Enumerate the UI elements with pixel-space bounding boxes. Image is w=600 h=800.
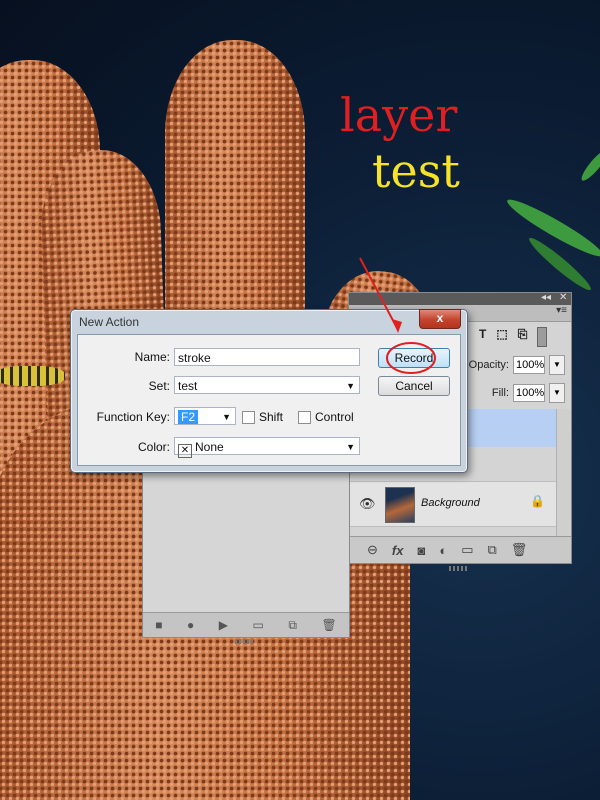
chevron-down-icon: ▼ — [222, 412, 231, 422]
function-key-select[interactable]: F2 ▼ — [174, 407, 236, 425]
control-checkbox[interactable]: Control — [298, 410, 354, 424]
dialog-body: Name: stroke Set: test ▼ Function Key: F… — [77, 334, 461, 466]
cancel-button[interactable]: Cancel — [378, 376, 450, 396]
checkbox-box[interactable] — [298, 410, 311, 424]
shape-icon[interactable]: ⬚ — [496, 327, 507, 347]
set-value: test — [178, 379, 198, 393]
close-button[interactable]: x — [419, 309, 461, 329]
fill-row: Fill: 100% ▼ — [492, 383, 565, 403]
function-key-label: Function Key: — [96, 410, 170, 424]
color-label: Color: — [137, 440, 170, 454]
record-icon[interactable]: ● — [187, 618, 194, 632]
eye-icon[interactable]: 👁 — [359, 496, 376, 512]
new-set-icon[interactable]: ▭ — [253, 618, 264, 632]
dialog-title: New Action — [79, 315, 140, 329]
function-key-value: F2 — [178, 410, 199, 424]
stop-icon[interactable]: ■ — [155, 618, 162, 632]
new-action-dialog: New Action x Name: stroke Set: test ▼ Fu… — [70, 309, 468, 473]
fish — [0, 366, 65, 386]
opacity-row: Opacity: 100% ▼ — [469, 355, 565, 375]
dialog-titlebar[interactable]: New Action x — [71, 309, 467, 334]
record-button[interactable]: Record — [378, 348, 450, 368]
panel-close-icon[interactable]: ✕ — [559, 292, 567, 303]
overlay-text-test: test — [372, 144, 460, 198]
opacity-input[interactable]: 100% — [513, 356, 545, 374]
fill-input[interactable]: 100% — [513, 384, 545, 402]
name-label: Name: — [134, 350, 170, 364]
layers-footer: ⊖ fx ◙ ◐ ▭ ⧉ 🗑 — [349, 536, 571, 563]
opacity-label: Opacity: — [468, 359, 509, 371]
resize-grip[interactable] — [449, 566, 469, 571]
layers-scrollbar[interactable] — [556, 409, 571, 537]
layer-name: Background — [421, 497, 480, 509]
close-icon: x — [436, 311, 444, 325]
overlay-text-layer: layer — [340, 88, 458, 142]
actions-panel: ■ ● ▶ ▭ ⧉ 🗑 — [142, 468, 350, 644]
play-icon[interactable]: ▶ — [219, 618, 228, 632]
type-icon[interactable]: T — [479, 327, 486, 347]
fill-label: Fill: — [491, 387, 509, 399]
trash-icon[interactable]: 🗑 — [511, 542, 528, 558]
color-value: None — [195, 440, 224, 454]
new-action-icon[interactable]: ⧉ — [288, 618, 297, 633]
chevron-down-icon[interactable]: ▼ — [549, 383, 565, 403]
control-label: Control — [315, 410, 354, 424]
panel-menu-icon[interactable]: ▾≡ — [556, 305, 567, 316]
filter-toggle[interactable] — [537, 327, 548, 347]
mask-icon[interactable]: ◙ — [417, 543, 425, 558]
name-input[interactable]: stroke — [174, 348, 360, 366]
trash-icon[interactable]: 🗑 — [321, 618, 336, 632]
layer-thumbnail — [385, 487, 415, 523]
layer-filter-row: T ⬚ ⎘ — [479, 327, 548, 347]
seaweed — [578, 146, 600, 184]
set-label: Set: — [148, 379, 170, 393]
checkbox-box[interactable] — [242, 410, 255, 424]
new-layer-icon[interactable]: ⧉ — [487, 542, 496, 558]
panel-header-strip: ◂◂ ✕ — [349, 292, 571, 305]
collapse-icon[interactable]: ◂◂ — [541, 292, 551, 303]
actions-footer: ■ ● ▶ ▭ ⧉ 🗑 — [143, 612, 349, 637]
set-select[interactable]: test ▼ — [174, 376, 360, 394]
resize-grip[interactable] — [235, 639, 255, 644]
color-select[interactable]: ✕ None ▼ — [174, 437, 360, 458]
shift-checkbox[interactable]: Shift — [242, 410, 283, 424]
chevron-down-icon: ▼ — [346, 381, 355, 391]
fx-icon[interactable]: fx — [392, 543, 404, 558]
link-icon[interactable]: ⊖ — [367, 542, 378, 558]
shift-label: Shift — [259, 410, 284, 424]
group-icon[interactable]: ▭ — [461, 542, 473, 558]
no-color-icon: ✕ — [178, 444, 192, 458]
layer-row-background[interactable]: 👁 Background 🔒 — [349, 481, 557, 527]
adjustment-icon[interactable]: ◐ — [439, 543, 447, 558]
lock-icon: 🔒 — [530, 494, 545, 508]
chevron-down-icon[interactable]: ▼ — [549, 355, 565, 375]
smart-object-icon[interactable]: ⎘ — [518, 327, 528, 347]
chevron-down-icon: ▼ — [346, 442, 355, 452]
